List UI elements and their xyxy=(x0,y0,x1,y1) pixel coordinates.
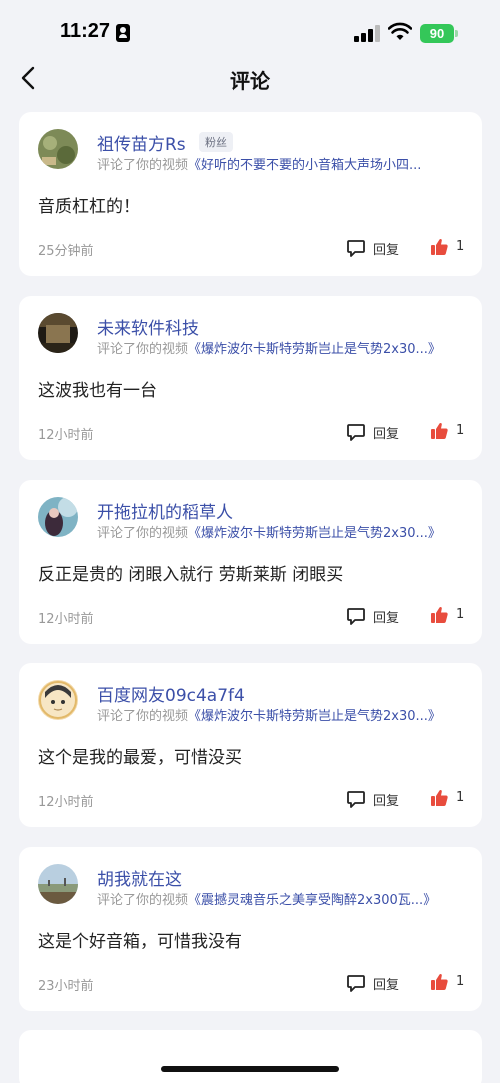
comment-time: 12小时前 xyxy=(38,795,94,810)
page-title: 评论 xyxy=(230,69,270,93)
comment-card[interactable]: 百度网友09c4a7f4 评论了你的视频《爆炸波尔卡斯特劳斯岂止是气势2x30.… xyxy=(19,663,482,827)
comment-text: 这个是我的最爱，可惜没买 xyxy=(38,748,242,768)
username[interactable]: 祖传苗方Rs xyxy=(97,130,186,155)
thumbs-up-icon xyxy=(431,974,448,990)
comment-text: 这波我也有一台 xyxy=(38,381,157,401)
avatar[interactable] xyxy=(38,497,78,537)
status-time: 11:27 xyxy=(60,20,111,42)
wifi-icon xyxy=(388,22,412,40)
reply-label: 回复 xyxy=(373,978,400,993)
video-link[interactable]: 《震撼灵魂音乐之美享受陶醉2x300瓦...》 xyxy=(188,893,436,908)
like-button[interactable]: 1 xyxy=(429,787,473,809)
comment-time: 23小时前 xyxy=(38,979,94,994)
comment-time: 12小时前 xyxy=(38,428,94,443)
video-link[interactable]: 《爆炸波尔卡斯特劳斯岂止是气势2x30...》 xyxy=(188,342,441,357)
comment-text: 反正是贵的 闭眼入就行 劳斯莱斯 闭眼买 xyxy=(38,565,344,585)
contact-card-icon xyxy=(116,24,130,42)
comment-time: 25分钟前 xyxy=(38,244,94,259)
username[interactable]: 开拖拉机的稻草人 xyxy=(97,498,233,523)
comment-card-partial[interactable] xyxy=(19,1030,482,1083)
video-reference: 评论了你的视频《爆炸波尔卡斯特劳斯岂止是气势2x30...》 xyxy=(97,338,477,357)
reply-label: 回复 xyxy=(373,794,400,809)
home-indicator[interactable] xyxy=(161,1066,339,1072)
video-link[interactable]: 《爆炸波尔卡斯特劳斯岂止是气势2x30...》 xyxy=(188,526,441,541)
video-reference: 评论了你的视频《震撼灵魂音乐之美享受陶醉2x300瓦...》 xyxy=(97,889,477,908)
thumbs-up-icon xyxy=(431,423,448,439)
thumbs-up-icon xyxy=(431,607,448,623)
reference-prefix: 评论了你的视频 xyxy=(97,158,189,173)
video-reference: 评论了你的视频《好听的不要不要的小音箱大声场小四... xyxy=(97,154,477,173)
username[interactable]: 百度网友09c4a7f4 xyxy=(97,681,245,706)
video-reference: 评论了你的视频《爆炸波尔卡斯特劳斯岂止是气势2x30...》 xyxy=(97,522,477,541)
username[interactable]: 胡我就在这 xyxy=(97,865,182,890)
comment-time: 12小时前 xyxy=(38,612,94,627)
avatar[interactable] xyxy=(38,680,78,720)
username[interactable]: 未来软件科技 xyxy=(97,314,199,339)
reply-label: 回复 xyxy=(373,611,400,626)
reply-button[interactable]: 回复 xyxy=(346,787,406,809)
comment-card[interactable]: 未来软件科技 评论了你的视频《爆炸波尔卡斯特劳斯岂止是气势2x30...》 这波… xyxy=(19,296,482,460)
comment-text: 这是个好音箱，可惜我没有 xyxy=(38,932,242,952)
like-count: 1 xyxy=(456,239,465,254)
comment-bubble-icon xyxy=(347,975,365,992)
like-count: 1 xyxy=(456,423,465,438)
battery-tip xyxy=(455,30,458,37)
comment-bubble-icon xyxy=(347,608,365,625)
avatar[interactable] xyxy=(38,129,78,169)
comment-text: 音质杠杠的！ xyxy=(38,197,140,217)
like-count: 1 xyxy=(456,607,465,622)
comment-card[interactable]: 开拖拉机的稻草人 评论了你的视频《爆炸波尔卡斯特劳斯岂止是气势2x30...》 … xyxy=(19,480,482,644)
avatar[interactable] xyxy=(38,864,78,904)
like-count: 1 xyxy=(456,790,465,805)
reply-button[interactable]: 回复 xyxy=(346,971,406,993)
status-bar: 11:27 90 xyxy=(0,0,500,56)
thumbs-up-icon xyxy=(431,790,448,806)
battery-indicator: 90 xyxy=(420,24,454,43)
video-link[interactable]: 《好听的不要不要的小音箱大声场小四... xyxy=(188,158,421,173)
reply-button[interactable]: 回复 xyxy=(346,604,406,626)
reply-button[interactable]: 回复 xyxy=(346,236,406,258)
fan-badge: 粉丝 xyxy=(199,132,233,152)
reference-prefix: 评论了你的视频 xyxy=(97,526,189,541)
comment-bubble-icon xyxy=(347,424,365,441)
nav-bar: 评论 xyxy=(0,56,500,100)
reference-prefix: 评论了你的视频 xyxy=(97,893,189,908)
video-reference: 评论了你的视频《爆炸波尔卡斯特劳斯岂止是气势2x30...》 xyxy=(97,705,477,724)
reply-label: 回复 xyxy=(373,427,400,442)
video-link[interactable]: 《爆炸波尔卡斯特劳斯岂止是气势2x30...》 xyxy=(188,709,441,724)
like-button[interactable]: 1 xyxy=(429,236,473,258)
reply-button[interactable]: 回复 xyxy=(346,420,406,442)
like-button[interactable]: 1 xyxy=(429,604,473,626)
avatar[interactable] xyxy=(38,313,78,353)
reference-prefix: 评论了你的视频 xyxy=(97,342,189,357)
thumbs-up-icon xyxy=(431,239,448,255)
like-count: 1 xyxy=(456,974,465,989)
like-button[interactable]: 1 xyxy=(429,971,473,993)
comment-card[interactable]: 祖传苗方Rs 粉丝 评论了你的视频《好听的不要不要的小音箱大声场小四... 音质… xyxy=(19,112,482,276)
reply-label: 回复 xyxy=(373,243,400,258)
comment-bubble-icon xyxy=(347,240,365,257)
cellular-signal-icon xyxy=(354,25,380,42)
comment-bubble-icon xyxy=(347,791,365,808)
like-button[interactable]: 1 xyxy=(429,420,473,442)
reference-prefix: 评论了你的视频 xyxy=(97,709,189,724)
comment-card[interactable]: 胡我就在这 评论了你的视频《震撼灵魂音乐之美享受陶醉2x300瓦...》 这是个… xyxy=(19,847,482,1011)
